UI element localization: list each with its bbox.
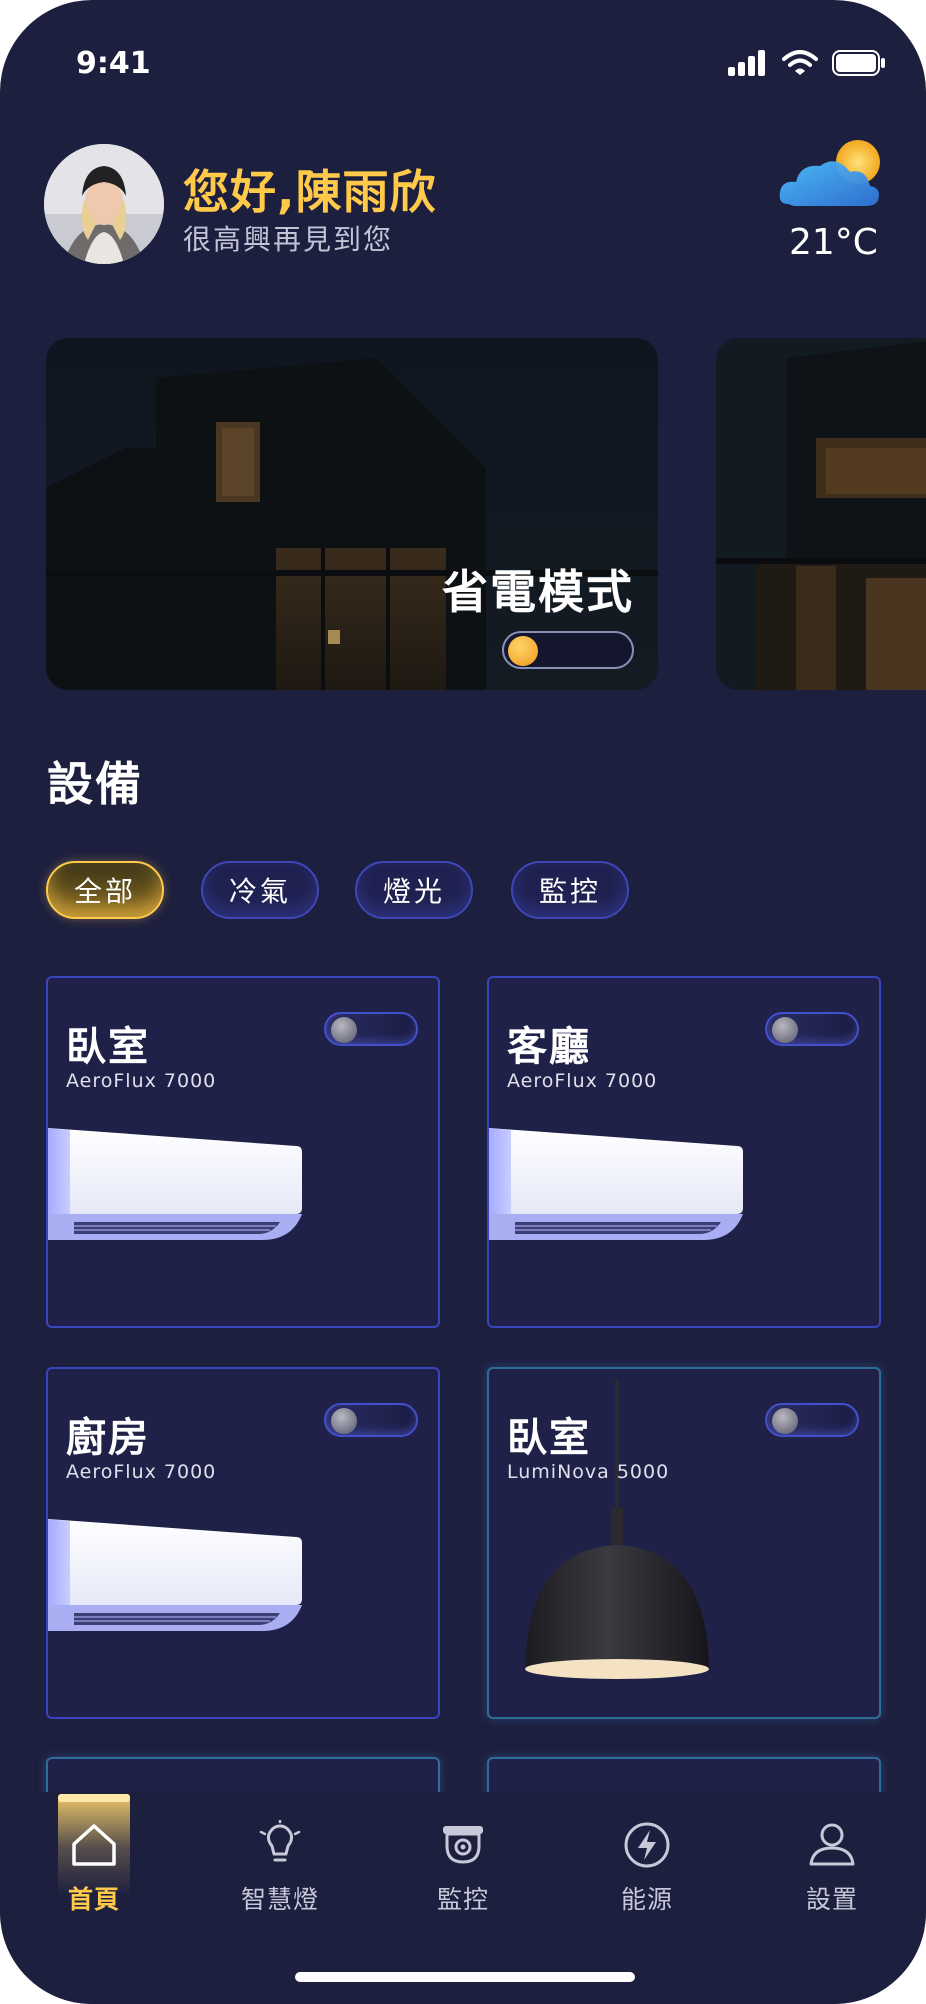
air-conditioner-image [489,1128,743,1240]
filter-chip-ac[interactable]: 冷氣 [201,861,319,919]
cloud-sun-icon [779,140,880,206]
lightbulb-icon [259,1820,301,1862]
device-model: LumiNova 5000 [507,1461,670,1483]
avatar[interactable] [44,144,164,264]
status-icons [728,50,886,76]
toggle-knob [772,1408,798,1434]
nav-energy[interactable]: 能源 [587,1792,707,1932]
greeting-title: 您好,陳雨欣 [183,165,437,219]
filter-chip-all[interactable]: 全部 [46,861,164,919]
home-indicator[interactable] [295,1972,635,1982]
device-model: AeroFlux 7000 [66,1461,217,1483]
device-toggle[interactable] [324,1012,418,1046]
camera-icon [443,1826,483,1864]
devices-section-title: 設備 [47,757,143,811]
nav-label: 智慧燈 [240,1885,319,1914]
device-room: 客廳 [507,1024,591,1070]
wifi-icon [782,50,818,75]
nav-smart-light[interactable]: 智慧燈 [220,1792,340,1932]
air-conditioner-image [48,1519,302,1631]
device-model: AeroFlux 7000 [507,1070,658,1092]
home-icon [72,1824,116,1866]
device-room: 臥室 [66,1024,150,1070]
device-toggle[interactable] [765,1012,859,1046]
device-toggle[interactable] [324,1403,418,1437]
next-banner[interactable] [716,338,926,690]
phone-screen: 9:41 您好,陳雨欣 很高興再見到您 21°C 省電模式 設備 全部 冷氣 燈… [0,0,926,2004]
user-icon [809,1823,855,1866]
filter-chip-monitor[interactable]: 監控 [511,861,629,919]
greeting-subtitle: 很高興再見到您 [183,223,394,256]
energy-saving-banner[interactable]: 省電模式 [46,338,658,690]
air-conditioner-image [48,1128,302,1240]
device-card[interactable]: 臥室 AeroFlux 7000 [46,976,440,1328]
device-card[interactable]: 客廳 AeroFlux 7000 [487,976,881,1328]
nav-label: 能源 [620,1885,673,1914]
nav-monitor[interactable]: 監控 [403,1792,523,1932]
energy-saving-toggle[interactable] [502,631,634,669]
device-room: 臥室 [507,1415,591,1461]
toggle-knob [331,1408,357,1434]
banner-title: 省電模式 [442,565,634,619]
toggle-knob [772,1017,798,1043]
filter-chip-lights[interactable]: 燈光 [355,861,473,919]
device-room: 廚房 [66,1415,150,1461]
lightning-icon [624,1822,670,1868]
battery-icon [832,50,885,76]
toggle-knob [331,1017,357,1043]
nav-label: 首頁 [67,1885,120,1914]
device-card[interactable]: 廚房 AeroFlux 7000 [46,1367,440,1719]
nav-label: 設置 [805,1885,858,1914]
nav-settings[interactable]: 設置 [772,1792,892,1932]
device-model: AeroFlux 7000 [66,1070,217,1092]
house-night-image [716,338,926,690]
nav-home[interactable]: 首頁 [34,1792,154,1932]
device-toggle[interactable] [765,1403,859,1437]
nav-label: 監控 [436,1885,489,1914]
signal-icon [728,50,765,76]
temperature: 21°C [789,222,878,263]
status-time: 9:41 [76,46,151,81]
toggle-knob [508,636,538,666]
device-card[interactable]: 臥室 LumiNova 5000 [487,1367,881,1719]
